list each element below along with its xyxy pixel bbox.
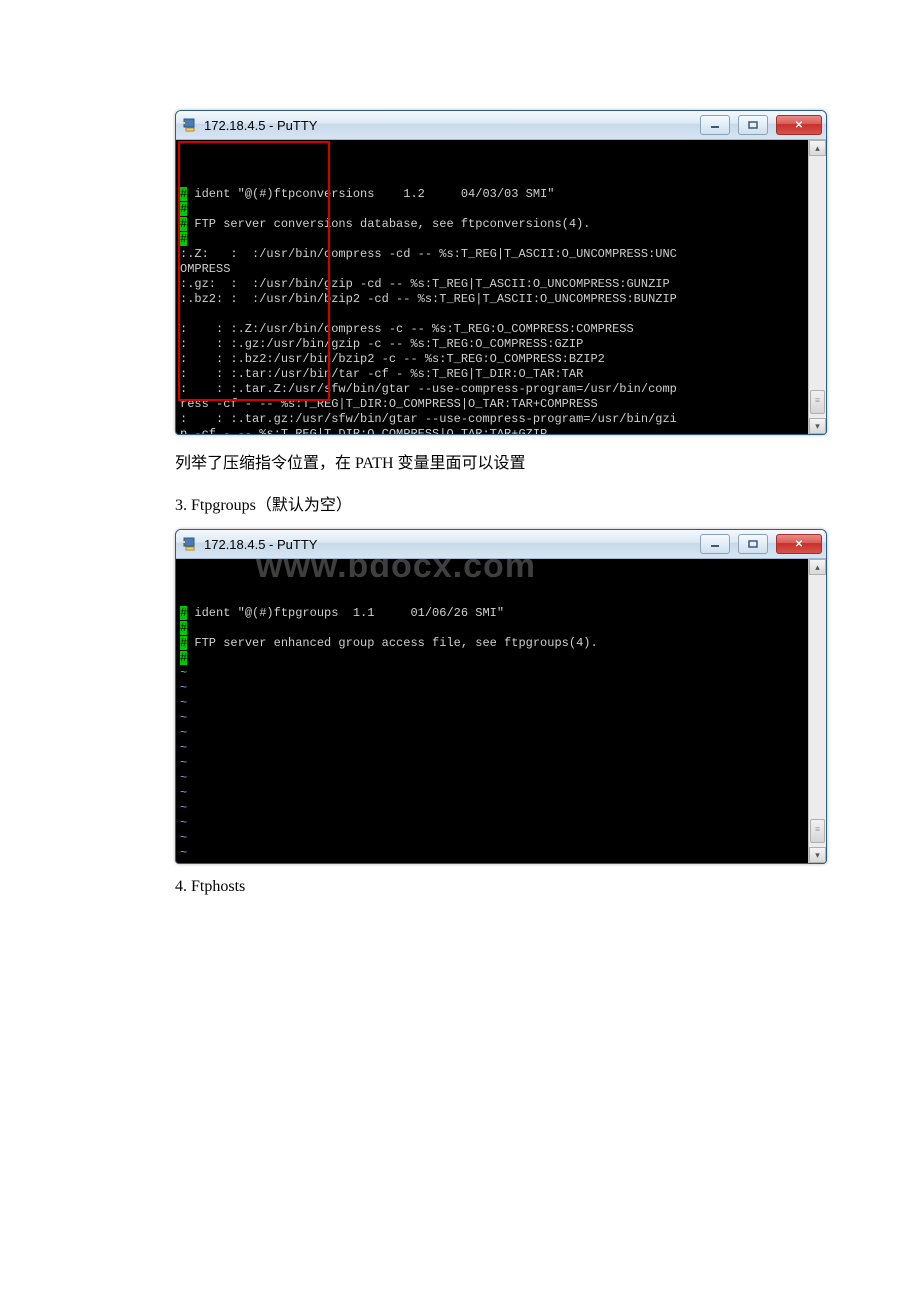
putty-icon bbox=[182, 536, 198, 552]
scroll-track[interactable] bbox=[809, 575, 826, 847]
terminal-line bbox=[180, 307, 808, 322]
minimize-button[interactable] bbox=[700, 534, 730, 554]
scroll-track[interactable] bbox=[809, 156, 826, 418]
vi-empty-line: ~ bbox=[180, 801, 808, 816]
putty-window-ftpgroups: 172.18.4.5 - PuTTY ✕ www.bdocx.com # ide… bbox=[175, 529, 827, 864]
terminal-wrapper: www.bdocx.com # ident "@(#)ftpgroups 1.1… bbox=[176, 559, 826, 863]
vi-empty-line: ~ bbox=[180, 741, 808, 756]
terminal-line: # bbox=[180, 232, 808, 247]
vi-empty-line: ~ bbox=[180, 756, 808, 771]
vi-empty-line: ~ bbox=[180, 666, 808, 681]
window-title: 172.18.4.5 - PuTTY bbox=[204, 118, 692, 133]
terminal-content[interactable]: # ident "@(#)ftpconversions 1.2 04/03/03… bbox=[176, 140, 808, 434]
vi-empty-line: ~ bbox=[180, 681, 808, 696]
scroll-thumb[interactable] bbox=[810, 390, 825, 414]
terminal-line: : : :.tar.gz:/usr/sfw/bin/gtar --use-com… bbox=[180, 412, 808, 427]
titlebar[interactable]: 172.18.4.5 - PuTTY ✕ bbox=[176, 111, 826, 140]
terminal-line: ress -cf - -- %s:T_REG|T_DIR:O_COMPRESS|… bbox=[180, 397, 808, 412]
terminal-wrapper: # ident "@(#)ftpconversions 1.2 04/03/03… bbox=[176, 140, 826, 434]
terminal-line: # bbox=[180, 651, 808, 666]
putty-window-ftpconversions: 172.18.4.5 - PuTTY ✕ # ident "@(#)ftpcon… bbox=[175, 110, 827, 435]
vi-empty-line: ~ bbox=[180, 846, 808, 861]
scroll-down-arrow[interactable]: ▾ bbox=[809, 847, 826, 863]
vi-empty-line: ~ bbox=[180, 786, 808, 801]
terminal-line: : : :.Z:/usr/bin/compress -c -- %s:T_REG… bbox=[180, 322, 808, 337]
terminal-line: : : :.tar:/usr/bin/tar -cf - %s:T_REG|T_… bbox=[180, 367, 808, 382]
vi-empty-line: ~ bbox=[180, 816, 808, 831]
scrollbar[interactable]: ▴ ▾ bbox=[808, 140, 826, 434]
section-heading-4: 4. Ftphosts bbox=[175, 878, 750, 896]
terminal-line: : : :.bz2:/usr/bin/bzip2 -c -- %s:T_REG:… bbox=[180, 352, 808, 367]
scroll-down-arrow[interactable]: ▾ bbox=[809, 418, 826, 434]
watermark-text: www.bdocx.com bbox=[256, 559, 536, 574]
terminal-line: OMPRESS bbox=[180, 262, 808, 277]
terminal-content[interactable]: www.bdocx.com # ident "@(#)ftpgroups 1.1… bbox=[176, 559, 808, 863]
terminal-line: # bbox=[180, 202, 808, 217]
maximize-button[interactable] bbox=[738, 534, 768, 554]
terminal-line: # ident "@(#)ftpconversions 1.2 04/03/03… bbox=[180, 187, 808, 202]
terminal-line: : : :.gz:/usr/bin/gzip -c -- %s:T_REG:O_… bbox=[180, 337, 808, 352]
putty-icon bbox=[182, 117, 198, 133]
section-heading-3: 3. Ftpgroups（默认为空） bbox=[175, 491, 750, 515]
vi-empty-line: ~ bbox=[180, 831, 808, 846]
scroll-up-arrow[interactable]: ▴ bbox=[809, 559, 826, 575]
scroll-up-arrow[interactable]: ▴ bbox=[809, 140, 826, 156]
scrollbar[interactable]: ▴ ▾ bbox=[808, 559, 826, 863]
terminal-line: # bbox=[180, 621, 808, 636]
window-title: 172.18.4.5 - PuTTY bbox=[204, 537, 692, 552]
terminal-line: : : :.tar.Z:/usr/sfw/bin/gtar --use-comp… bbox=[180, 382, 808, 397]
vi-empty-line: ~ bbox=[180, 861, 808, 863]
scroll-thumb[interactable] bbox=[810, 819, 825, 843]
vi-empty-line: ~ bbox=[180, 696, 808, 711]
terminal-line: p -cf - -- %s:T_REG|T_DIR:O_COMPRESS|O_T… bbox=[180, 427, 808, 434]
terminal-line: :.bz2: : :/usr/bin/bzip2 -cd -- %s:T_REG… bbox=[180, 292, 808, 307]
document-page: 172.18.4.5 - PuTTY ✕ # ident "@(#)ftpcon… bbox=[0, 0, 920, 1302]
terminal-line: # FTP server conversions database, see f… bbox=[180, 217, 808, 232]
caption-text: 列举了压缩指令位置，在 PATH 变量里面可以设置 bbox=[175, 449, 750, 473]
terminal-line: # ident "@(#)ftpgroups 1.1 01/06/26 SMI" bbox=[180, 606, 808, 621]
close-button[interactable]: ✕ bbox=[776, 534, 822, 554]
maximize-button[interactable] bbox=[738, 115, 768, 135]
vi-empty-line: ~ bbox=[180, 726, 808, 741]
titlebar[interactable]: 172.18.4.5 - PuTTY ✕ bbox=[176, 530, 826, 559]
terminal-line: # FTP server enhanced group access file,… bbox=[180, 636, 808, 651]
vi-empty-line: ~ bbox=[180, 711, 808, 726]
terminal-line: :.gz: : :/usr/bin/gzip -cd -- %s:T_REG|T… bbox=[180, 277, 808, 292]
vi-empty-line: ~ bbox=[180, 771, 808, 786]
close-button[interactable]: ✕ bbox=[776, 115, 822, 135]
minimize-button[interactable] bbox=[700, 115, 730, 135]
terminal-line: :.Z: : :/usr/bin/compress -cd -- %s:T_RE… bbox=[180, 247, 808, 262]
